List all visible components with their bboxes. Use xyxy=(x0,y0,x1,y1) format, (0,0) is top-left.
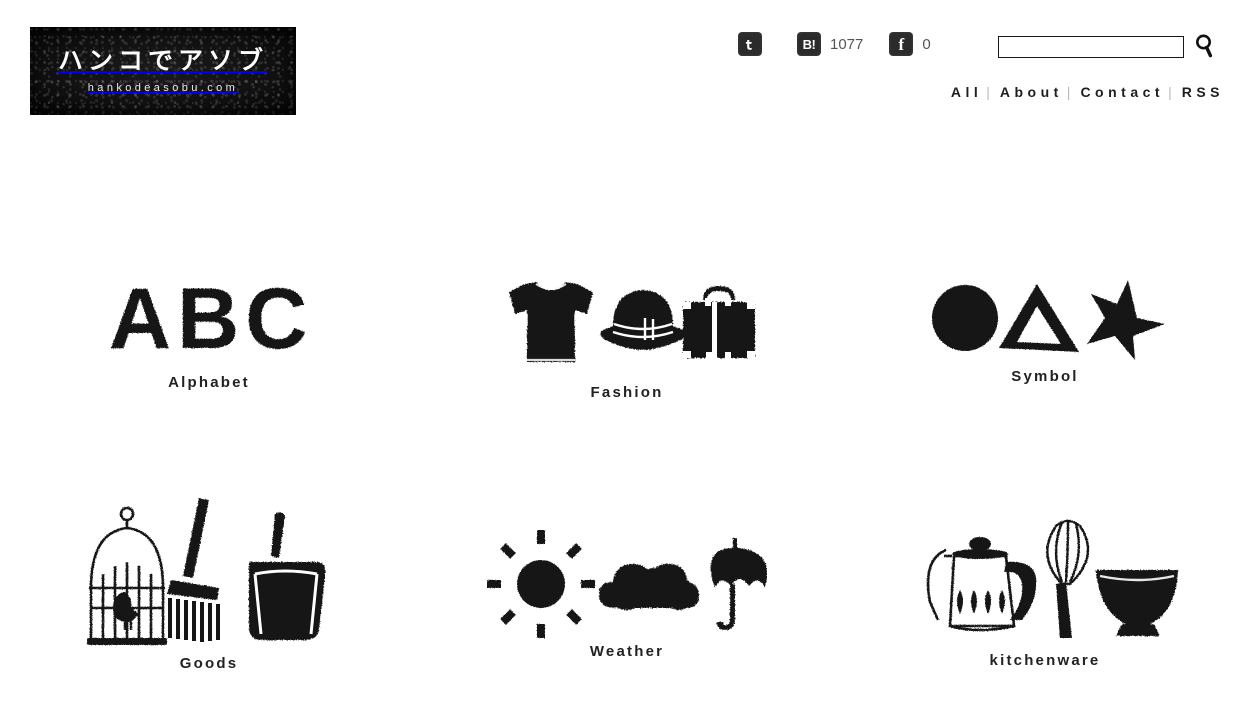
hatena-bookmark-icon[interactable]: B! xyxy=(797,32,821,56)
main-nav: All | About | Contact | RSS xyxy=(951,84,1224,100)
social-item-facebook[interactable]: f 0 xyxy=(889,32,931,56)
category-cell-kitchenware: kitchenware xyxy=(836,450,1254,669)
category-cell-weather: Weather xyxy=(418,450,836,660)
category-grid: ABC Alphabet Fashion Symbol Goods Weathe… xyxy=(0,250,1254,672)
category-cell-symbol: Symbol xyxy=(836,250,1254,450)
category-label-kitchenware: kitchenware xyxy=(989,652,1101,669)
svg-text:ABC: ABC xyxy=(109,278,309,360)
site-logo[interactable]: ハンコでアソブ hankodeasobu.com xyxy=(30,27,296,115)
category-label-alphabet: Alphabet xyxy=(168,374,250,391)
symbol-stamp-art xyxy=(836,276,1254,362)
nav-item-about[interactable]: About xyxy=(1000,84,1063,100)
search-area xyxy=(998,33,1216,61)
kitchenware-stamp-art xyxy=(836,516,1254,642)
facebook-icon[interactable]: f xyxy=(889,32,914,56)
logo-subtitle: hankodeasobu.com xyxy=(87,81,239,94)
category-label-symbol: Symbol xyxy=(1011,368,1079,385)
social-item-twitter[interactable] xyxy=(738,32,771,56)
nav-separator: | xyxy=(1066,84,1071,100)
category-link-alphabet[interactable]: ABC Alphabet xyxy=(0,250,418,450)
social-item-hatena[interactable]: B! 1077 xyxy=(797,32,863,56)
goods-stamp-art xyxy=(0,496,418,646)
category-link-kitchenware[interactable]: kitchenware xyxy=(836,450,1254,669)
category-link-symbol[interactable]: Symbol xyxy=(836,250,1254,450)
nav-separator: | xyxy=(1168,84,1172,100)
hatena-count: 1077 xyxy=(830,35,864,53)
facebook-count: 0 xyxy=(922,35,931,53)
category-cell-alphabet: ABC Alphabet xyxy=(0,250,418,450)
nav-item-all[interactable]: All xyxy=(951,84,982,100)
fashion-stamp-art xyxy=(418,274,836,374)
search-icon[interactable] xyxy=(1194,33,1216,61)
weather-stamp-art xyxy=(418,530,836,640)
social-bar: B! 1077 f 0 xyxy=(738,31,931,57)
logo-title: ハンコでアソブ xyxy=(57,46,268,75)
nav-item-contact[interactable]: Contact xyxy=(1080,84,1164,100)
nav-separator: | xyxy=(986,84,990,100)
twitter-icon[interactable] xyxy=(738,32,762,56)
category-link-weather[interactable]: Weather xyxy=(418,450,836,660)
category-label-fashion: Fashion xyxy=(590,384,664,401)
category-link-goods[interactable]: Goods xyxy=(0,450,418,672)
category-label-goods: Goods xyxy=(179,655,239,672)
category-cell-fashion: Fashion xyxy=(418,250,836,450)
category-link-fashion[interactable]: Fashion xyxy=(418,250,836,450)
nav-item-rss[interactable]: RSS xyxy=(1182,84,1224,100)
search-input[interactable] xyxy=(998,36,1184,58)
category-label-weather: Weather xyxy=(589,643,665,660)
site-header: ハンコでアソブ hankodeasobu.com B! 1077 f 0 All… xyxy=(0,0,1254,130)
category-cell-goods: Goods xyxy=(0,450,418,672)
abc-stamp-art: ABC xyxy=(0,268,418,360)
